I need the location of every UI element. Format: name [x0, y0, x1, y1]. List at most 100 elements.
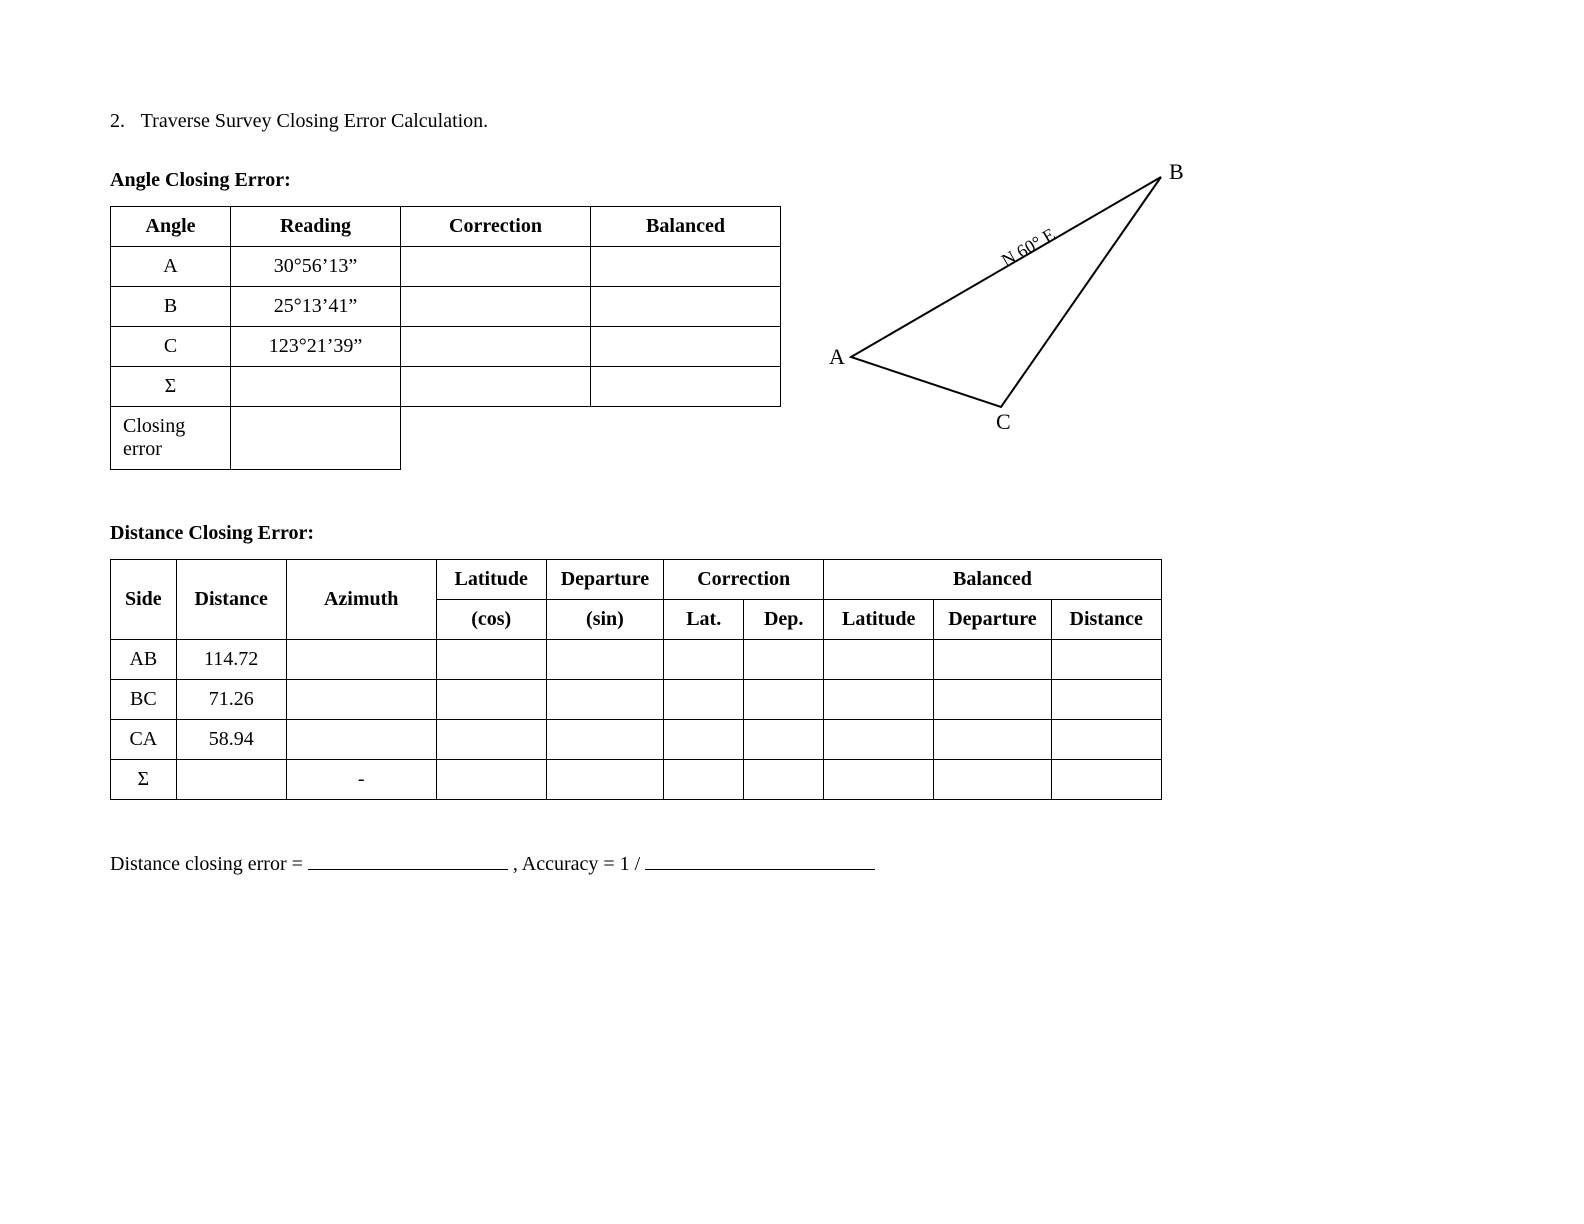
angle-closing-table: Angle Reading Correction Balanced A 30°5…	[110, 206, 781, 470]
distance-closing-error-blank	[308, 850, 508, 870]
subheader-cor-dep: Dep.	[744, 600, 824, 640]
cell-lat	[436, 680, 546, 720]
bearing-label: N 60° E	[998, 224, 1058, 270]
cell-balanced	[591, 367, 781, 407]
cell-corlat	[664, 760, 744, 800]
cell-bdist	[1051, 760, 1161, 800]
vertex-label-b: B	[1169, 159, 1184, 184]
table-header-row: Angle Reading Correction Balanced	[111, 207, 781, 247]
header-balanced: Balanced	[824, 560, 1162, 600]
cell-correction	[401, 327, 591, 367]
cell-angle: Σ	[111, 367, 231, 407]
cell-side: CA	[111, 720, 177, 760]
cell-bdep	[934, 640, 1052, 680]
distance-closing-table: Side Distance Azimuth Latitude Departure…	[110, 559, 1162, 800]
header-correction: Correction	[664, 560, 824, 600]
empty-cell	[401, 407, 591, 470]
cell-lat	[436, 720, 546, 760]
vertex-label-c: C	[996, 409, 1011, 434]
cell-blat	[824, 680, 934, 720]
distance-section-heading: Distance Closing Error:	[110, 522, 1484, 545]
cell-bdep	[934, 760, 1052, 800]
header-correction: Correction	[401, 207, 591, 247]
cell-bdep	[934, 720, 1052, 760]
cell-blat	[824, 720, 934, 760]
vertex-label-a: A	[829, 344, 845, 369]
table-row: A 30°56’13”	[111, 247, 781, 287]
cell-lat	[436, 640, 546, 680]
closing-error-value	[231, 407, 401, 470]
cell-balanced	[591, 247, 781, 287]
cell-cordep	[744, 640, 824, 680]
cell-corlat	[664, 680, 744, 720]
header-reading: Reading	[231, 207, 401, 247]
cell-distance: 71.26	[176, 680, 286, 720]
problem-text: Traverse Survey Closing Error Calculatio…	[141, 110, 489, 132]
header-side: Side	[111, 560, 177, 640]
header-latitude: Latitude	[436, 560, 546, 600]
cell-dep	[546, 640, 664, 680]
subheader-bal-lat: Latitude	[824, 600, 934, 640]
closing-error-label: Closing error	[111, 407, 231, 470]
empty-cell	[591, 407, 781, 470]
cell-correction	[401, 287, 591, 327]
subheader-dep-sin: (sin)	[546, 600, 664, 640]
footer-line: Distance closing error = , Accuracy = 1 …	[110, 850, 1484, 876]
cell-bdep	[934, 680, 1052, 720]
cell-correction	[401, 367, 591, 407]
triangle-svg: A B C N 60° E	[821, 157, 1201, 437]
cell-dep	[546, 760, 664, 800]
cell-reading	[231, 367, 401, 407]
problem-title: 2. Traverse Survey Closing Error Calcula…	[110, 110, 1484, 133]
cell-corlat	[664, 640, 744, 680]
cell-cordep	[744, 760, 824, 800]
table-row: Σ -	[111, 760, 1162, 800]
cell-side: BC	[111, 680, 177, 720]
cell-distance	[176, 760, 286, 800]
angle-section-heading: Angle Closing Error:	[110, 169, 781, 192]
cell-azimuth	[286, 640, 436, 680]
header-departure: Departure	[546, 560, 664, 600]
table-row: Σ	[111, 367, 781, 407]
cell-corlat	[664, 720, 744, 760]
cell-dep	[546, 720, 664, 760]
table-row: AB 114.72	[111, 640, 1162, 680]
cell-lat	[436, 760, 546, 800]
accuracy-blank	[645, 850, 875, 870]
cell-distance: 114.72	[176, 640, 286, 680]
header-distance: Distance	[176, 560, 286, 640]
cell-dep	[546, 680, 664, 720]
cell-bdist	[1051, 640, 1161, 680]
cell-side: AB	[111, 640, 177, 680]
cell-bdist	[1051, 720, 1161, 760]
header-balanced: Balanced	[591, 207, 781, 247]
subheader-bal-dep: Departure	[934, 600, 1052, 640]
cell-angle: C	[111, 327, 231, 367]
distance-closing-error-label: Distance closing error =	[110, 853, 308, 875]
table-row: BC 71.26	[111, 680, 1162, 720]
cell-side: Σ	[111, 760, 177, 800]
closing-error-row: Closing error	[111, 407, 781, 470]
cell-reading: 30°56’13”	[231, 247, 401, 287]
cell-blat	[824, 640, 934, 680]
cell-reading: 123°21’39”	[231, 327, 401, 367]
cell-azimuth	[286, 720, 436, 760]
header-azimuth: Azimuth	[286, 560, 436, 640]
subheader-lat-cos: (cos)	[436, 600, 546, 640]
triangle-diagram: A B C N 60° E	[821, 157, 1201, 437]
cell-correction	[401, 247, 591, 287]
cell-cordep	[744, 680, 824, 720]
cell-angle: B	[111, 287, 231, 327]
subheader-bal-dist: Distance	[1051, 600, 1161, 640]
problem-number: 2.	[110, 110, 136, 133]
table-row: CA 58.94	[111, 720, 1162, 760]
cell-bdist	[1051, 680, 1161, 720]
table-header-row: Side Distance Azimuth Latitude Departure…	[111, 560, 1162, 600]
header-angle: Angle	[111, 207, 231, 247]
cell-distance: 58.94	[176, 720, 286, 760]
cell-cordep	[744, 720, 824, 760]
cell-balanced	[591, 327, 781, 367]
table-row: C 123°21’39”	[111, 327, 781, 367]
cell-angle: A	[111, 247, 231, 287]
table-row: B 25°13’41”	[111, 287, 781, 327]
